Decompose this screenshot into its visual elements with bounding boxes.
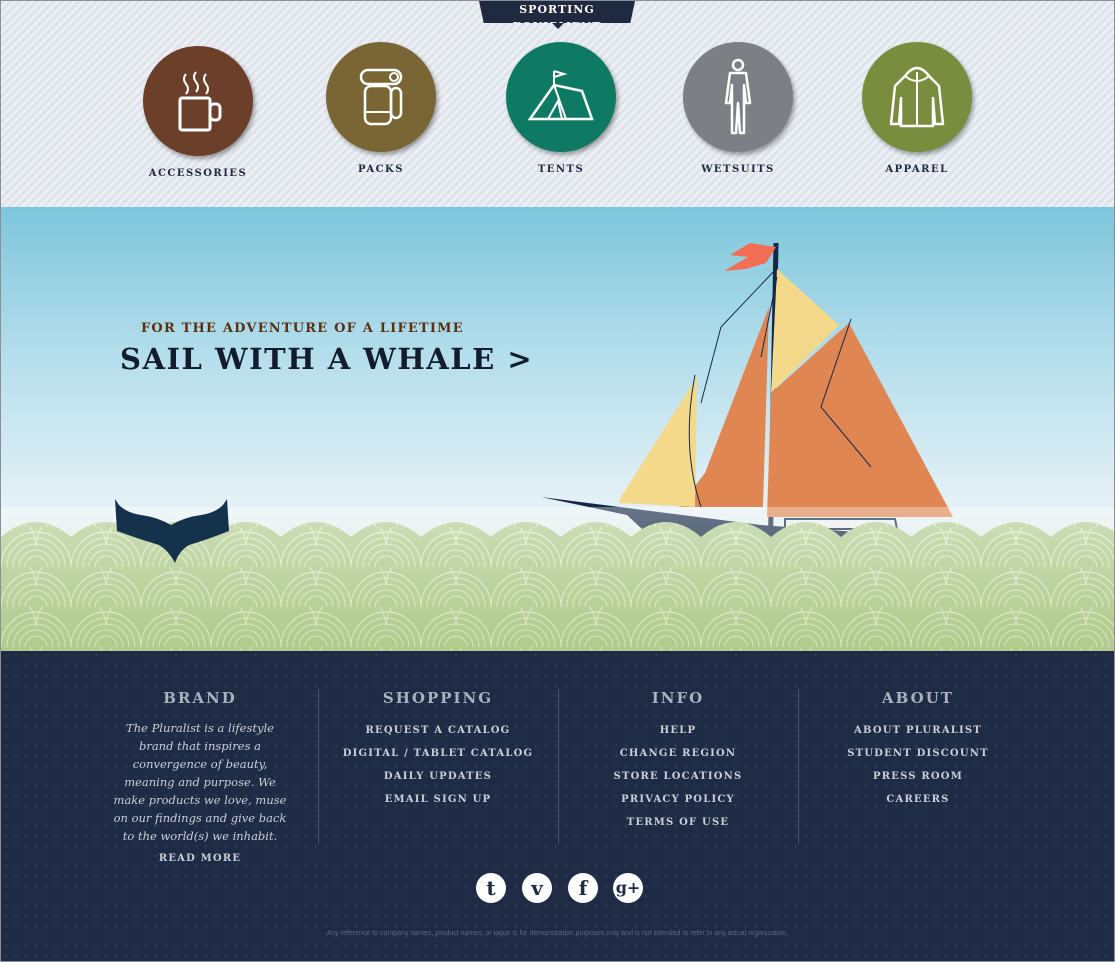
footer-link[interactable]: PRIVACY POLICY xyxy=(559,788,797,811)
site-footer: BRAND The Pluralist is a lifestyle brand… xyxy=(1,651,1114,961)
footer-link[interactable]: EMAIL SIGN UP xyxy=(319,788,557,811)
category-label: WETSUITS xyxy=(701,164,775,175)
footer-column-brand: BRAND The Pluralist is a lifestyle brand… xyxy=(81,689,319,870)
hero-cta-link[interactable]: SAIL WITH A WHALE > xyxy=(120,342,533,376)
backpack-icon xyxy=(326,42,436,152)
vimeo-glyph: v xyxy=(531,876,543,900)
facebook-icon[interactable]: f xyxy=(568,873,598,903)
footer-heading: BRAND xyxy=(163,689,237,707)
category-tents[interactable]: TENTS xyxy=(496,42,626,175)
footer-link[interactable]: STORE LOCATIONS xyxy=(559,765,797,788)
twitter-icon[interactable]: t xyxy=(476,873,506,903)
footer-link[interactable]: CHANGE REGION xyxy=(559,742,797,765)
footer-link[interactable]: TERMS OF USE xyxy=(559,811,797,834)
footer-link[interactable]: CAREERS xyxy=(799,788,1037,811)
footer-heading: ABOUT xyxy=(882,689,954,707)
twitter-glyph: t xyxy=(486,876,496,900)
tab-pointer xyxy=(552,23,564,29)
legal-disclaimer: Any reference to company names, product … xyxy=(326,930,789,937)
footer-heading: SHOPPING xyxy=(382,689,494,707)
hero-banner: FOR THE ADVENTURE OF A LIFETIME SAIL WIT… xyxy=(1,207,1114,651)
vimeo-icon[interactable]: v xyxy=(522,873,552,903)
tent-icon xyxy=(506,42,616,152)
footer-column-info: INFO HELP CHANGE REGION STORE LOCATIONS … xyxy=(559,689,797,834)
category-wetsuits[interactable]: WETSUITS xyxy=(673,42,803,175)
footer-link[interactable]: DIGITAL / TABLET CATALOG xyxy=(319,742,557,765)
wetsuit-icon xyxy=(683,42,793,152)
facebook-glyph: f xyxy=(578,876,588,900)
category-label: APPAREL xyxy=(885,164,949,175)
sailboat-illustration xyxy=(1,242,1114,651)
category-label: ACCESSORIES xyxy=(148,168,248,179)
hero-kicker: FOR THE ADVENTURE OF A LIFETIME xyxy=(141,321,464,336)
google-plus-glyph: g+ xyxy=(615,878,641,897)
footer-link[interactable]: ABOUT PLURALIST xyxy=(799,719,1037,742)
google-plus-icon[interactable]: g+ xyxy=(613,873,643,903)
sporting-equipment-tab[interactable]: SPORTING EQUIPMENT xyxy=(479,1,635,23)
footer-link[interactable]: STUDENT DISCOUNT xyxy=(799,742,1037,765)
category-apparel[interactable]: APPAREL xyxy=(852,42,982,175)
category-band: SPORTING EQUIPMENT ACCESSORIES PACKS TEN… xyxy=(1,1,1114,207)
footer-column-shopping: SHOPPING REQUEST A CATALOG DIGITAL / TAB… xyxy=(319,689,557,811)
footer-link[interactable]: REQUEST A CATALOG xyxy=(319,719,557,742)
footer-column-about: ABOUT ABOUT PLURALIST STUDENT DISCOUNT P… xyxy=(799,689,1037,811)
jacket-icon xyxy=(862,42,972,152)
footer-heading: INFO xyxy=(651,689,705,707)
category-label: TENTS xyxy=(537,164,585,175)
category-packs[interactable]: PACKS xyxy=(316,42,446,175)
mug-icon xyxy=(143,46,253,156)
footer-link[interactable]: DAILY UPDATES xyxy=(319,765,557,788)
page-frame: SPORTING EQUIPMENT ACCESSORIES PACKS TEN… xyxy=(0,0,1115,962)
footer-link[interactable]: HELP xyxy=(559,719,797,742)
read-more-link[interactable]: READ MORE xyxy=(81,847,319,870)
category-label: PACKS xyxy=(358,164,404,175)
brand-description: The Pluralist is a lifestyle brand that … xyxy=(113,721,287,843)
footer-link[interactable]: PRESS ROOM xyxy=(799,765,1037,788)
category-accessories[interactable]: ACCESSORIES xyxy=(133,46,263,179)
